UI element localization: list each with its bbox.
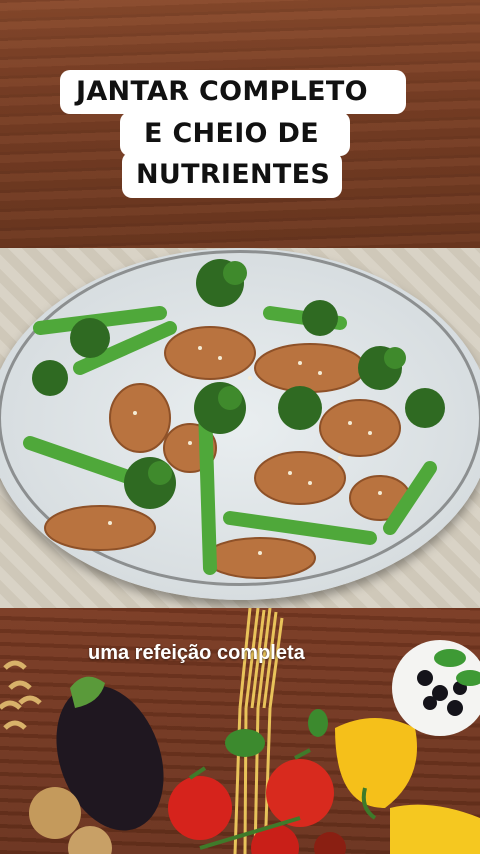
headline-line-3: NUTRIENTES (136, 159, 331, 190)
headline-line-1: JANTAR COMPLETO (76, 76, 368, 107)
dish-photo (0, 248, 480, 608)
caption-text: uma refeição completa (88, 642, 305, 664)
headline-line-2: E CHEIO DE (144, 118, 319, 149)
food-illustration (23, 259, 445, 579)
